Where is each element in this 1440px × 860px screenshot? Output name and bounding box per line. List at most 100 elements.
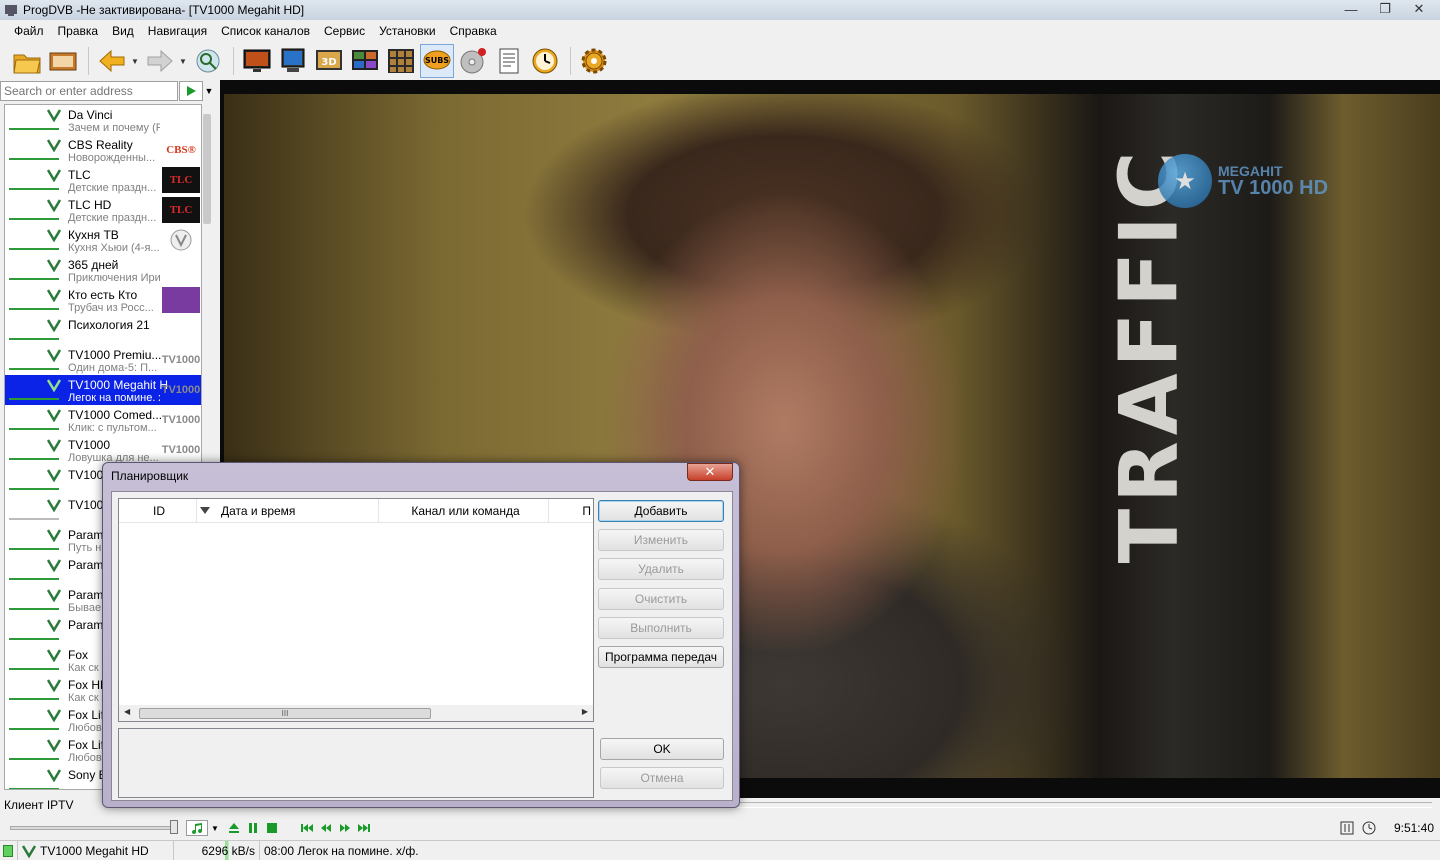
go-button[interactable] — [179, 81, 203, 101]
forward-button[interactable] — [143, 44, 177, 78]
schedule-list-hscrollbar[interactable]: ◀ III ▶ — [119, 705, 593, 721]
minimize-button[interactable]: — — [1334, 0, 1368, 18]
record-disc-button[interactable] — [456, 44, 490, 78]
skip-forward-button[interactable] — [356, 820, 372, 836]
3d-icon: 3D — [316, 50, 342, 70]
v-channel-icon — [47, 619, 61, 632]
hscroll-thumb[interactable]: III — [139, 708, 431, 719]
channel-row[interactable]: Da VinciЗачем и почему (Ресур... — [5, 105, 201, 135]
channel-row[interactable]: TV1000 Ловушка для не... TV1000 — [5, 435, 201, 465]
scroll-left-icon[interactable]: ◀ — [124, 707, 130, 716]
back-button[interactable] — [95, 44, 129, 78]
fast-forward-button[interactable] — [337, 820, 353, 836]
audio-track-dropdown-icon[interactable]: ▼ — [207, 820, 223, 836]
schedule-list[interactable]: ID Дата и время Канал или команда П ◀ II… — [118, 498, 594, 722]
menu-help[interactable]: Справка — [443, 20, 504, 42]
channel-row[interactable]: TLC HD Детские праздн... TLC — [5, 195, 201, 225]
media-button[interactable] — [46, 44, 80, 78]
scrollbar-thumb[interactable] — [203, 114, 211, 224]
menu-file[interactable]: Файл — [7, 20, 51, 42]
signal-bar — [9, 788, 59, 789]
signal-bar — [9, 158, 59, 160]
volume-slider[interactable] — [10, 826, 178, 830]
rewind-button[interactable] — [318, 820, 334, 836]
signal-bar — [9, 398, 59, 400]
signal-bar — [9, 428, 59, 430]
schedule-details-box — [118, 728, 594, 798]
monitor-button[interactable] — [276, 44, 310, 78]
clear-button[interactable]: Очистить — [598, 588, 724, 610]
v-channel-icon — [47, 679, 61, 692]
multiview-button[interactable] — [348, 44, 382, 78]
settings-gear-icon — [581, 48, 607, 74]
equalizer-button[interactable] — [1339, 820, 1355, 836]
channel-row[interactable]: TV1000 Comed... Клик: с пультом... TV1000 — [5, 405, 201, 435]
run-button[interactable]: Выполнить — [598, 617, 724, 639]
channel-row[interactable]: Психология 21 — [5, 315, 201, 345]
channel-logo: TV1000 — [161, 354, 201, 366]
open-folder-button[interactable] — [10, 44, 44, 78]
channel-name: TV1000 Megahit HD — [68, 378, 168, 392]
menu-view[interactable]: Вид — [105, 20, 141, 42]
channel-row[interactable]: Кто есть Кто Трубач из Росс... — [5, 285, 201, 315]
clock-time: 9:51:40 — [1393, 821, 1434, 835]
channel-logo: TV1000 — [161, 384, 201, 396]
v-channel-icon — [47, 739, 61, 752]
3d-button[interactable]: 3D — [312, 44, 346, 78]
status-bitrate: 6296 kB/s — [174, 840, 260, 860]
channel-row[interactable]: Кухня ТВ Кухня Хьюи (4-я... — [5, 225, 201, 255]
audio-track-button[interactable] — [186, 820, 208, 836]
cancel-button[interactable]: Отмена — [600, 767, 724, 789]
channel-row[interactable]: TV1000 Premiu... Один дома-5: П... TV1000 — [5, 345, 201, 375]
skip-forward-icon — [358, 824, 370, 832]
channel-row[interactable]: 365 днейПриключения Ирис Уай... — [5, 255, 201, 285]
menu-edit[interactable]: Правка — [51, 20, 106, 42]
menu-navigation[interactable]: Навигация — [141, 20, 214, 42]
delete-button[interactable]: Удалить — [598, 558, 724, 580]
channel-row[interactable]: TLC Детские праздн... TLC — [5, 165, 201, 195]
menu-service[interactable]: Сервис — [317, 20, 372, 42]
toolbar-separator — [570, 47, 571, 75]
eject-button[interactable] — [226, 820, 242, 836]
column-datetime[interactable]: Дата и время — [217, 499, 379, 523]
pause-button[interactable] — [245, 820, 261, 836]
status-bar: TV1000 Megahit HD 6296 kB/s 08:00 Легок … — [0, 840, 1440, 860]
v-channel-icon — [47, 259, 61, 272]
signal-bar — [9, 338, 59, 340]
forward-dropdown-icon[interactable]: ▼ — [179, 57, 187, 66]
edit-button[interactable]: Изменить — [598, 529, 724, 551]
program-guide-button[interactable]: Программа передач — [598, 646, 724, 668]
mosaic-button[interactable] — [384, 44, 418, 78]
stop-button[interactable] — [264, 820, 280, 836]
window-controls: — ❐ ✕ — [1334, 0, 1436, 18]
channel-row[interactable]: CBS Reality Новорожденны... CBS® — [5, 135, 201, 165]
channel-program: Детские праздн... — [68, 212, 157, 224]
volume-slider-thumb[interactable] — [170, 820, 178, 834]
channel-logo: TV1000 — [161, 444, 201, 456]
column-truncated[interactable]: П — [549, 499, 593, 523]
skip-back-button[interactable] — [299, 820, 315, 836]
search-globe-button[interactable] — [191, 44, 225, 78]
ok-button[interactable]: OK — [600, 738, 724, 760]
v-channel-icon — [47, 139, 61, 152]
close-window-button[interactable]: ✕ — [1402, 0, 1436, 18]
v-channel-icon — [47, 229, 61, 242]
address-input[interactable] — [0, 81, 178, 101]
dialog-close-button[interactable]: ✕ — [687, 463, 733, 481]
back-dropdown-icon[interactable]: ▼ — [131, 57, 139, 66]
maximize-button[interactable]: ❐ — [1368, 0, 1402, 18]
window-title: ProgDVB -Не зактивирована- [TV1000 Megah… — [23, 3, 305, 17]
tv-screen-button[interactable] — [240, 44, 274, 78]
menu-channel-list[interactable]: Список каналов — [214, 20, 317, 42]
channel-row[interactable]: TV1000 Megahit HDЛегок на помине. х/ф.TV… — [5, 375, 201, 405]
scheduler-clock-button[interactable] — [528, 44, 562, 78]
document-button[interactable] — [492, 44, 526, 78]
scroll-right-icon[interactable]: ▶ — [582, 707, 588, 716]
menu-settings[interactable]: Установки — [372, 20, 442, 42]
column-channel-command[interactable]: Канал или команда — [379, 499, 549, 523]
timer-button[interactable] — [1361, 820, 1377, 836]
add-button[interactable]: Добавить — [598, 500, 724, 522]
column-id[interactable]: ID — [119, 499, 197, 523]
settings-button[interactable] — [577, 44, 611, 78]
subtitles-button[interactable]: SUBS — [420, 44, 454, 78]
